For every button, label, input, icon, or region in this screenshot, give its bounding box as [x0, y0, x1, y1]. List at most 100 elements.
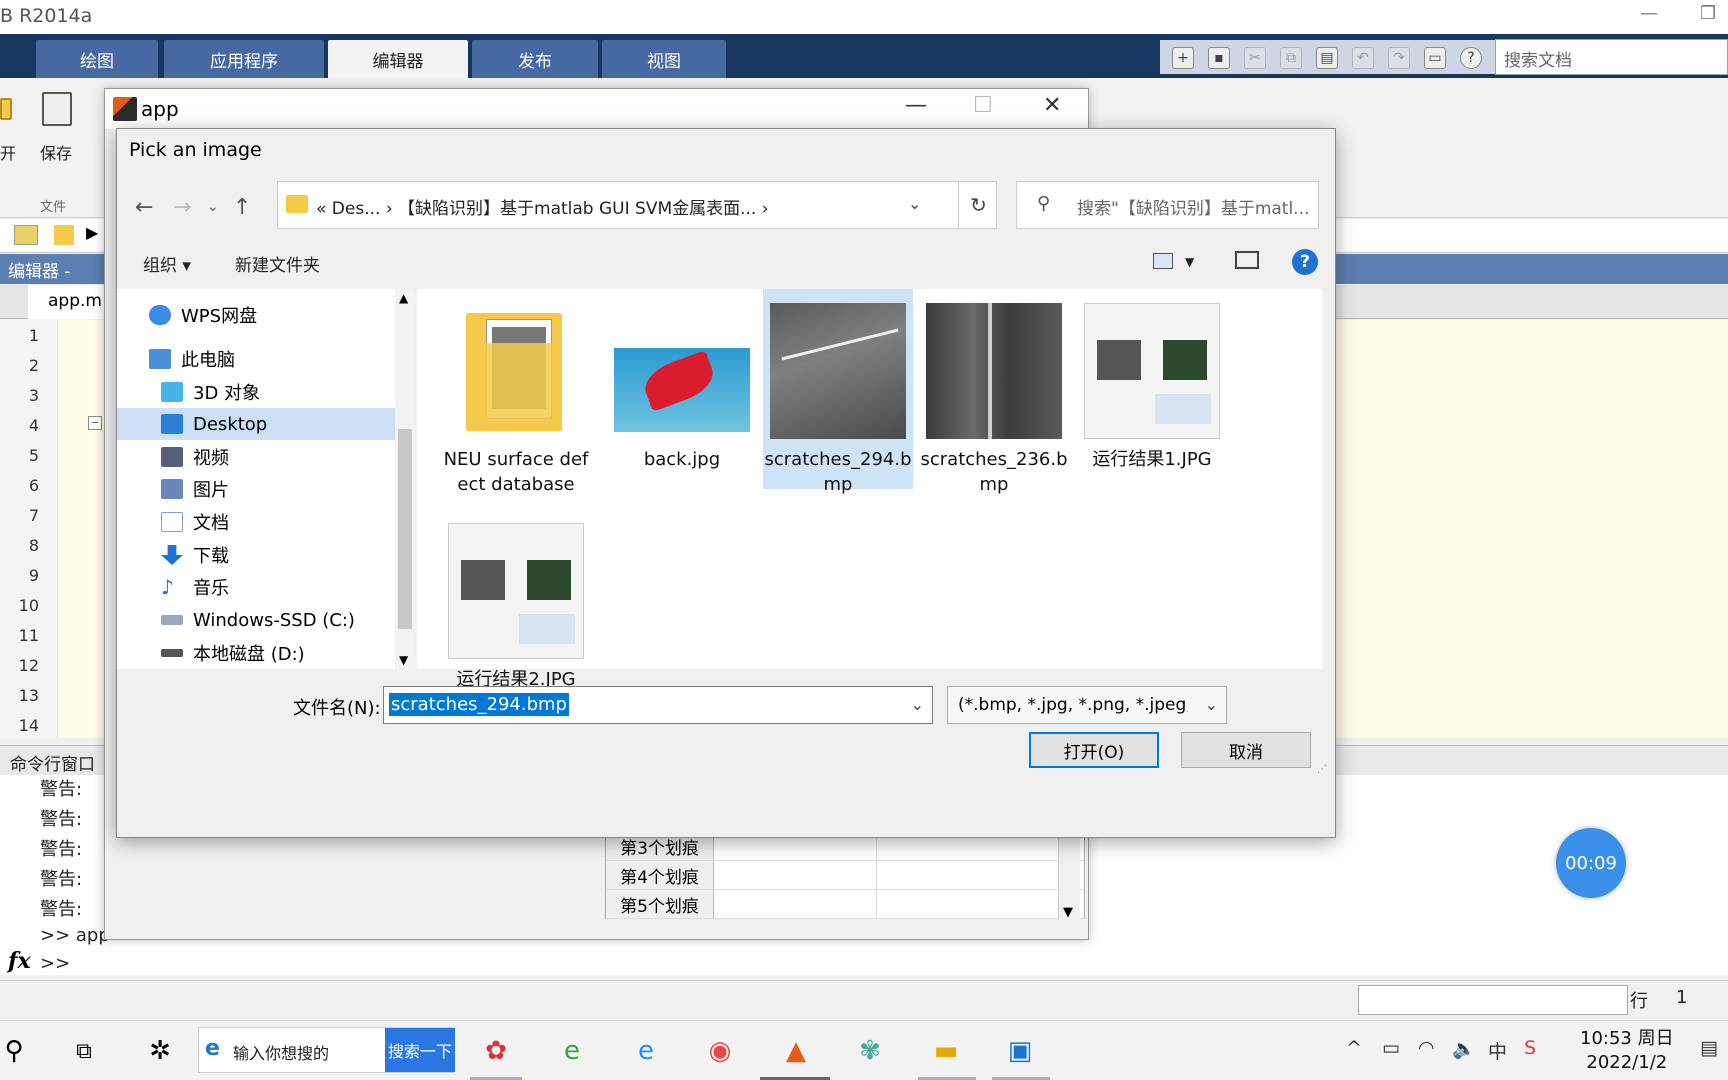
navigation-scrollbar[interactable]: ▲ ▼	[395, 289, 415, 669]
chevron-down-icon[interactable]: ⌄	[1205, 695, 1218, 714]
photos-icon[interactable]: ▣	[1000, 1031, 1040, 1071]
save-button[interactable]: 保存	[40, 140, 72, 164]
file-item-result-2[interactable]: 运行结果2.JPG	[441, 517, 591, 698]
taskbar-search-placeholder[interactable]: 输入你想搜的	[233, 1040, 329, 1064]
browse-folder-icon[interactable]	[14, 225, 38, 245]
resize-grip-icon[interactable]: ⋰	[1317, 764, 1327, 775]
file-item-folder[interactable]: NEU surface defect database	[441, 297, 591, 503]
recent-locations-icon[interactable]: ⌄	[207, 199, 219, 215]
minimize-icon[interactable]: —	[905, 93, 927, 118]
restore-icon[interactable]: ❐	[1700, 3, 1716, 24]
tray-expand-icon[interactable]: ^	[1346, 1037, 1362, 1059]
recorder-app-icon[interactable]: ✾	[850, 1031, 890, 1071]
tree-item-desktop[interactable]: Desktop	[117, 408, 395, 440]
chevron-down-icon[interactable]: ⌄	[908, 194, 921, 213]
tree-item-3d-objects[interactable]: 3D 对象	[117, 376, 395, 408]
save-icon[interactable]: ▪	[1208, 47, 1230, 69]
tree-item-drive-d[interactable]: 本地磁盘 (D:)	[117, 637, 395, 669]
function-browser-icon[interactable]: fx	[8, 948, 31, 974]
recording-timer[interactable]: 00:09	[1556, 828, 1626, 898]
save-icon[interactable]	[42, 92, 72, 126]
tab-plots[interactable]: 绘图	[36, 40, 158, 78]
ime-chinese-icon[interactable]: 中	[1488, 1037, 1507, 1064]
open-button[interactable]: 打开(O)	[1029, 732, 1159, 768]
volume-muted-icon[interactable]: 🔈	[1452, 1037, 1476, 1060]
help-icon[interactable]: ?	[1460, 47, 1482, 69]
cancel-button[interactable]: 取消	[1181, 732, 1311, 768]
close-icon[interactable]: ✕	[1043, 93, 1061, 118]
change-view-icon[interactable]	[1153, 253, 1173, 269]
file-item-scratches-236[interactable]: scratches_236.bmp	[919, 297, 1069, 503]
scroll-up-icon[interactable]: ▲	[399, 291, 408, 305]
filename-value[interactable]: scratches_294.bmp	[389, 693, 569, 716]
preview-pane-icon[interactable]	[1235, 251, 1259, 269]
tree-item-wps-cloud[interactable]: WPS网盘	[117, 299, 395, 331]
address-path[interactable]: « Des... › 【缺陷识别】基于matlab GUI SVM金属表面...…	[316, 194, 769, 219]
file-item-result-1[interactable]: 运行结果1.JPG	[1077, 297, 1227, 478]
folder-search-input[interactable]: ⚲ 搜索"【缺陷识别】基于matl...	[1016, 181, 1319, 229]
forward-icon[interactable]: →	[173, 195, 191, 220]
table-scrollbar[interactable]: ▼	[1058, 832, 1080, 920]
file-tab-app-m[interactable]: app.m	[28, 285, 108, 319]
taskbar-search-button[interactable]: 搜索一下	[385, 1028, 455, 1072]
tree-item-this-pc[interactable]: 此电脑	[117, 343, 395, 375]
wifi-icon[interactable]: ◠	[1418, 1037, 1435, 1059]
open-label[interactable]: 开	[0, 140, 16, 164]
edge-icon[interactable]: e	[626, 1031, 666, 1071]
notification-center-icon[interactable]: ▤	[1700, 1037, 1718, 1059]
documentation-search-input[interactable]: 搜索文档	[1495, 39, 1728, 75]
tree-item-music[interactable]: ♪ 音乐	[117, 571, 395, 603]
scroll-down-icon[interactable]: ▼	[1063, 905, 1073, 920]
file-explorer-icon[interactable]: ▬	[926, 1031, 966, 1071]
file-item-back-jpg[interactable]: back.jpg	[607, 297, 757, 478]
cut-icon[interactable]: ✂	[1244, 47, 1266, 69]
view-options-chevron-icon[interactable]: ▼	[1185, 255, 1194, 269]
maximize-icon[interactable]: ☐	[973, 93, 993, 118]
back-icon[interactable]: ←	[135, 195, 153, 220]
warning-line: 警告:	[40, 779, 83, 800]
tab-view[interactable]: 视图	[602, 40, 726, 78]
open-icon[interactable]	[0, 98, 12, 120]
tree-item-downloads[interactable]: 下载	[117, 539, 395, 571]
tree-item-videos[interactable]: 视频	[117, 441, 395, 473]
scroll-down-icon[interactable]: ▼	[399, 653, 408, 667]
file-item-scratches-294[interactable]: scratches_294.bmp	[763, 289, 913, 495]
minimize-icon[interactable]: —	[1640, 3, 1658, 24]
up-icon[interactable]: ↑	[233, 195, 251, 220]
taskbar-clock[interactable]: 10:53 周日 2022/1/2	[1580, 1027, 1674, 1075]
tray-device-icon[interactable]: ▭	[1382, 1037, 1400, 1059]
help-icon[interactable]: ?	[1292, 249, 1318, 275]
tab-publish[interactable]: 发布	[472, 40, 598, 78]
refresh-icon[interactable]: ↻	[958, 182, 998, 228]
chevron-down-icon[interactable]: ⌄	[911, 695, 924, 714]
command-prompt[interactable]: >>	[40, 953, 70, 974]
tab-apps[interactable]: 应用程序	[164, 40, 324, 78]
organize-button[interactable]: 组织 ▾	[143, 251, 191, 276]
browser-green-icon[interactable]: e	[552, 1031, 592, 1071]
address-bar[interactable]: « Des... › 【缺陷识别】基于matlab GUI SVM金属表面...…	[277, 181, 997, 229]
path-chevron-icon[interactable]: ▶	[86, 223, 98, 242]
browser-multicolor-icon[interactable]: ◉	[700, 1031, 740, 1071]
new-folder-button[interactable]: 新建文件夹	[235, 251, 320, 276]
switch-windows-icon[interactable]: ▭	[1424, 47, 1446, 69]
copy-icon[interactable]: ⧉	[1280, 47, 1302, 69]
paint-app-icon[interactable]: ✿	[476, 1031, 516, 1071]
pinned-app-icon[interactable]: ✲	[140, 1031, 180, 1071]
file-type-select[interactable]: (*.bmp, *.jpg, *.png, *.jpeg, ⌄	[947, 686, 1227, 724]
tree-item-documents[interactable]: 文档	[117, 506, 395, 538]
filename-input[interactable]: scratches_294.bmp ⌄	[383, 686, 933, 724]
code-fold-icon[interactable]: −	[88, 416, 102, 430]
search-icon[interactable]: ⚲	[0, 1031, 34, 1071]
paste-icon[interactable]: ▤	[1316, 47, 1338, 69]
scrollbar-thumb[interactable]	[398, 429, 412, 629]
new-icon[interactable]: +	[1172, 47, 1194, 69]
wps-icon[interactable]: S	[1524, 1037, 1536, 1059]
taskbar-search-box[interactable]: e 输入你想搜的 搜索一下	[198, 1027, 455, 1073]
tree-item-drive-c[interactable]: Windows-SSD (C:)	[117, 604, 395, 636]
undo-icon[interactable]: ↶	[1352, 47, 1374, 69]
tab-editor[interactable]: 编辑器	[328, 40, 468, 78]
task-view-icon[interactable]: ⧉	[64, 1031, 104, 1071]
redo-icon[interactable]: ↷	[1388, 47, 1410, 69]
tree-item-pictures[interactable]: 图片	[117, 473, 395, 505]
matlab-icon[interactable]: ▲	[776, 1031, 816, 1071]
